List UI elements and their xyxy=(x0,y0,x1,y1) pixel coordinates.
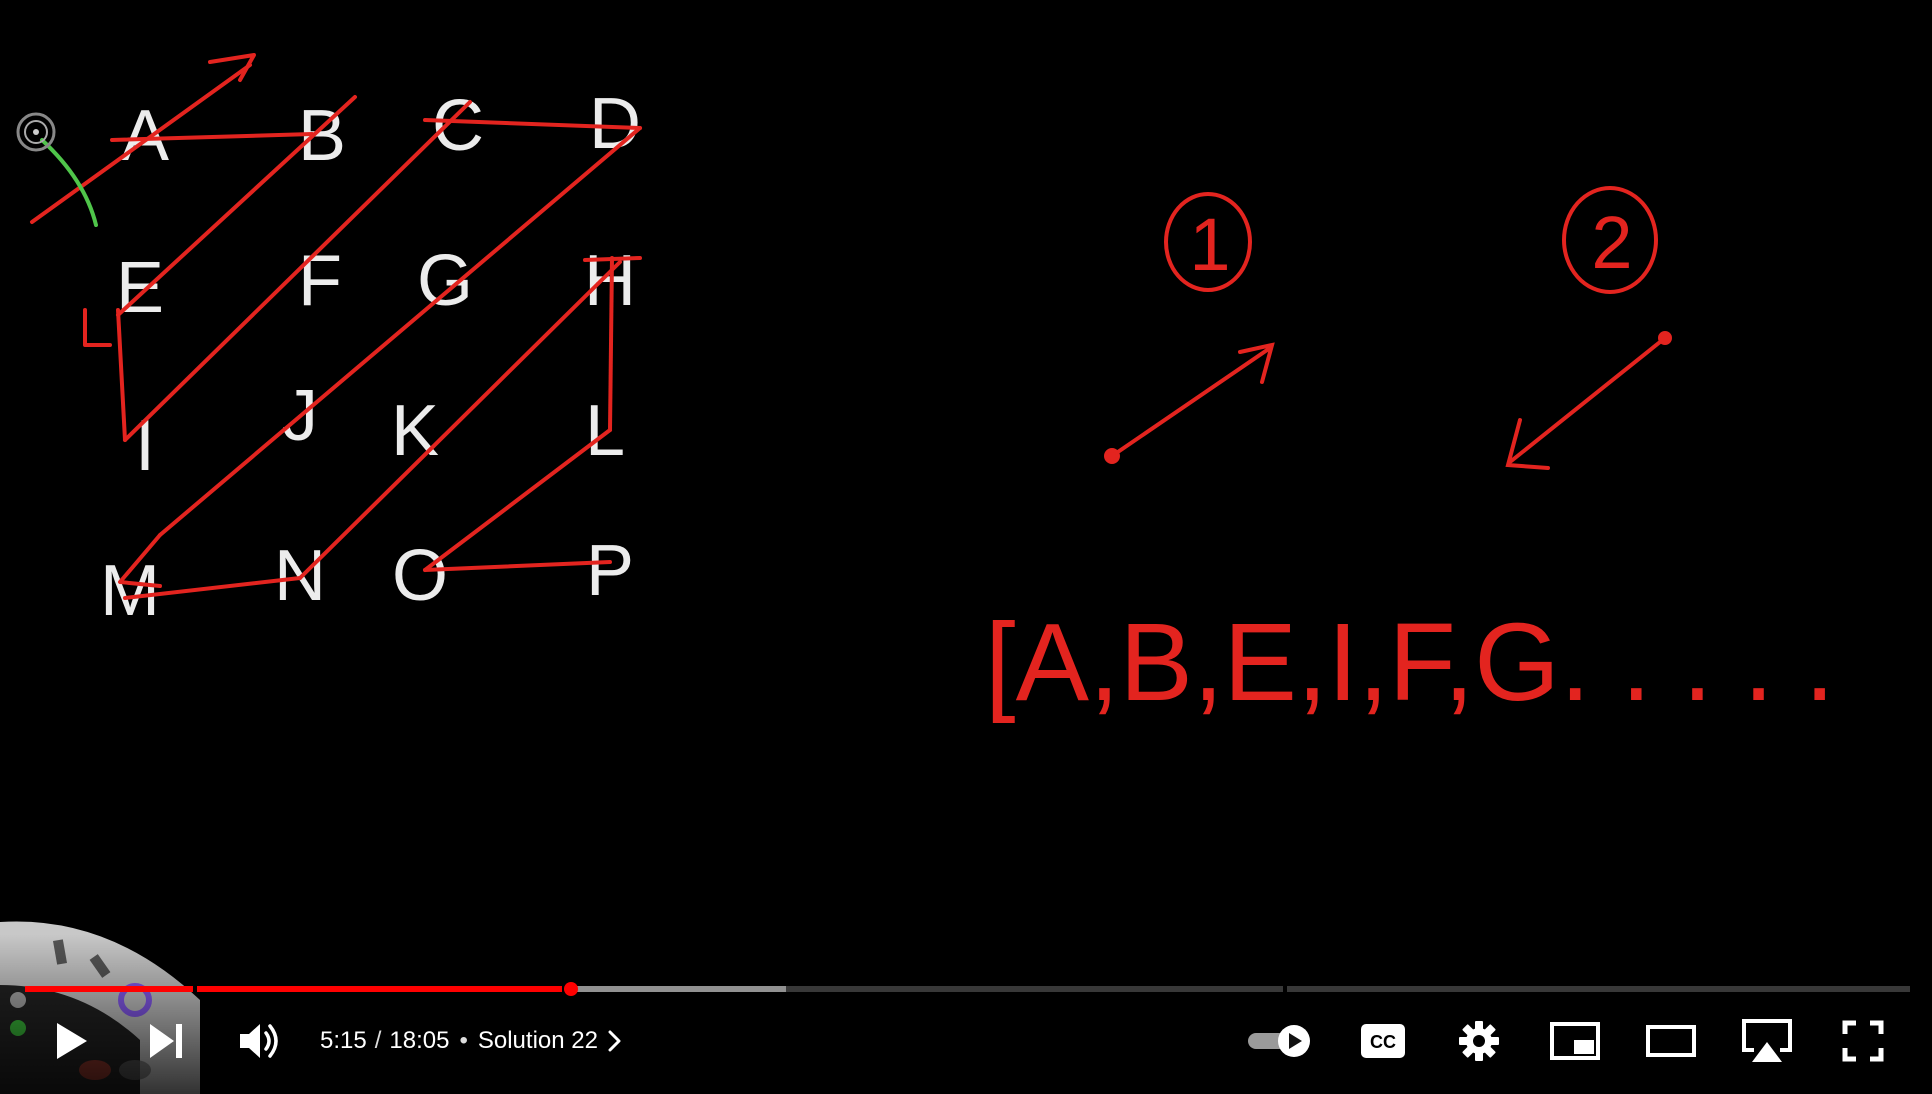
video-player[interactable]: A B C D E F G H I J K L M N O P 1 2 [A,B… xyxy=(0,0,1932,1094)
play-icon xyxy=(57,1023,87,1059)
chapter-dot: • xyxy=(459,1027,468,1054)
next-icon xyxy=(150,1024,182,1058)
settings-icon xyxy=(1459,1021,1499,1061)
grid-letter: L xyxy=(585,391,625,471)
grid-letter: C xyxy=(432,86,484,166)
chapter-segment[interactable] xyxy=(1287,986,1910,992)
grid-letter: O xyxy=(392,536,448,616)
next-button[interactable] xyxy=(140,1010,192,1072)
chapter-segment[interactable] xyxy=(25,986,193,992)
played-portion xyxy=(197,986,562,992)
captions-button[interactable]: CC xyxy=(1358,1010,1408,1072)
fullscreen-icon xyxy=(1842,1020,1884,1062)
grid-letter: M xyxy=(100,551,160,631)
control-bar: 5:15 / 18:05 • Solution 22 CC xyxy=(0,1010,1932,1072)
grid-letter: K xyxy=(391,391,439,471)
time-separator: / xyxy=(374,1027,382,1054)
autoplay-toggle[interactable] xyxy=(1245,1010,1315,1072)
svg-text:CC: CC xyxy=(1370,1032,1396,1052)
miniplayer-button[interactable] xyxy=(1548,1010,1602,1072)
step-one-label: 1 xyxy=(1189,203,1230,286)
autoplay-toggle-icon xyxy=(1248,1025,1310,1057)
chevron-right-icon xyxy=(608,1030,621,1052)
video-frame: A B C D E F G H I J K L M N O P 1 2 [A,B… xyxy=(0,0,1932,1094)
volume-icon xyxy=(240,1024,278,1058)
sequence-text: [A,B,E,I,F,G. . . . . xyxy=(985,601,1835,724)
grid-letter: P xyxy=(586,531,634,611)
scrubber-handle[interactable] xyxy=(564,982,578,996)
current-time: 5:15 xyxy=(320,1027,367,1054)
fullscreen-button[interactable] xyxy=(1838,1010,1888,1072)
chapter-title: Solution 22 xyxy=(477,1027,598,1054)
theater-mode-button[interactable] xyxy=(1644,1010,1698,1072)
progress-bar[interactable] xyxy=(25,982,1910,996)
captions-icon: CC xyxy=(1361,1024,1405,1058)
volume-button[interactable] xyxy=(232,1010,288,1072)
duration: 18:05 xyxy=(389,1027,450,1054)
miniplayer-icon xyxy=(1550,1022,1600,1060)
grid-letter: D xyxy=(589,84,641,164)
grid-letter: F xyxy=(298,241,342,321)
buffered-portion xyxy=(566,986,786,992)
chapter-title-button[interactable]: Solution 22 xyxy=(478,1027,622,1055)
airplay-icon xyxy=(1742,1019,1792,1062)
chapter-segment[interactable] xyxy=(197,986,562,992)
time-display: 5:15 / 18:05 • Solution 22 xyxy=(320,1010,622,1072)
grid-letter: E xyxy=(116,248,164,328)
theater-icon xyxy=(1646,1025,1696,1057)
step-two-label: 2 xyxy=(1591,201,1632,284)
airplay-button[interactable] xyxy=(1738,1010,1796,1072)
chapter-segment[interactable] xyxy=(566,986,1283,992)
played-portion xyxy=(25,986,193,992)
gray-swatch-icon xyxy=(10,992,26,1008)
grid-letter: A xyxy=(121,96,169,176)
settings-button[interactable] xyxy=(1454,1010,1504,1072)
play-button[interactable] xyxy=(45,1010,97,1072)
